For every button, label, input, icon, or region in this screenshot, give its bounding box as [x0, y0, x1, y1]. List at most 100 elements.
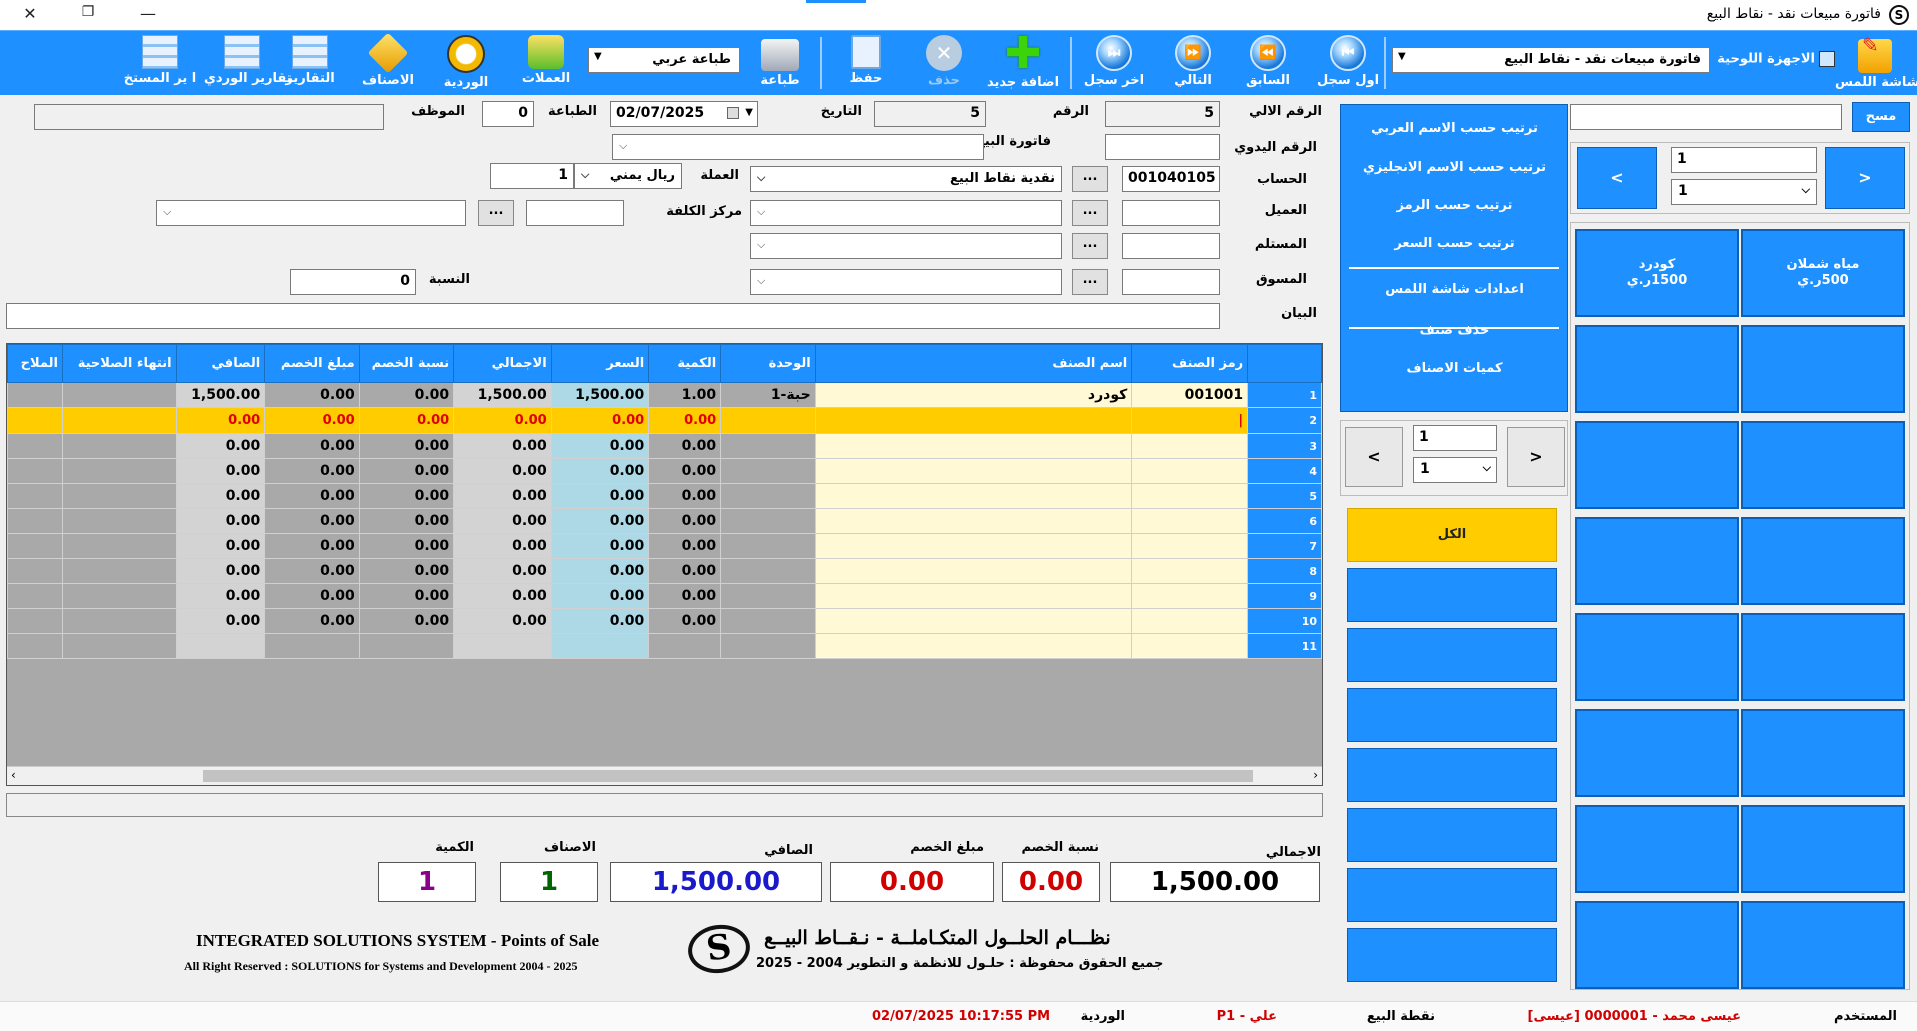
cell-remarks[interactable] — [7, 583, 63, 609]
cell-total[interactable]: 0.00 — [453, 533, 552, 559]
col-header[interactable]: رمز الصنف — [1131, 344, 1249, 383]
cell-total[interactable]: 0.00 — [453, 558, 552, 584]
cell-price[interactable]: 0.00 — [550, 508, 650, 534]
group-page-field[interactable]: 1 — [1413, 425, 1497, 451]
cell-item-code[interactable] — [1131, 558, 1249, 584]
cell-item-name[interactable] — [814, 633, 1133, 659]
scroll-right-icon[interactable]: › — [1313, 768, 1318, 782]
cell-expiry[interactable] — [61, 508, 177, 534]
item-tile[interactable] — [1575, 613, 1739, 701]
cell-total[interactable]: 0.00 — [453, 458, 552, 484]
cell-discount-percent[interactable]: 0.00 — [358, 533, 455, 559]
item-tile[interactable]: مياه شملان 500ر.ي — [1741, 229, 1905, 317]
calendar-icon[interactable] — [727, 107, 739, 119]
sort-menu-item[interactable]: ترتيب حسب الاسم العربي — [1342, 121, 1567, 136]
table-row[interactable]: 0.00 0.00 0.00 0.00 0.00 0.00 3 — [7, 433, 1322, 459]
cell-net[interactable]: 0.00 — [175, 558, 266, 584]
restore-window-icon[interactable]: ❐ — [76, 4, 100, 20]
cell-item-code[interactable] — [1131, 458, 1249, 484]
statement-field[interactable] — [6, 303, 1220, 329]
next-button[interactable]: ⏩ التالي — [1155, 33, 1231, 93]
item-tile[interactable] — [1741, 805, 1905, 893]
print-button[interactable]: طباعة — [742, 33, 818, 93]
currency-rate-field[interactable]: 1 — [490, 163, 574, 189]
cell-expiry[interactable] — [61, 433, 177, 459]
cell-unit[interactable] — [720, 458, 816, 484]
cell-total[interactable]: 1,500.00 — [453, 382, 552, 408]
cell-quantity[interactable]: 0.00 — [648, 508, 722, 534]
cell-total[interactable]: 0.00 — [453, 508, 552, 534]
cell-quantity[interactable]: 0.00 — [648, 433, 722, 459]
col-header[interactable]: مبلغ الخصم — [264, 344, 360, 383]
cell-discount-percent[interactable]: 0.00 — [358, 608, 455, 634]
receiver-select[interactable]: ⌵ — [750, 233, 1062, 259]
cell-net[interactable]: 0.00 — [175, 508, 266, 534]
cell-quantity[interactable]: 0.00 — [648, 583, 722, 609]
cell-unit[interactable] — [720, 558, 816, 584]
cell-expiry[interactable] — [61, 633, 177, 659]
group-button[interactable] — [1347, 568, 1557, 622]
col-header[interactable]: الكمية — [648, 344, 722, 383]
customer-lookup-button[interactable]: ... — [1072, 200, 1108, 226]
table-row[interactable]: 11 — [7, 633, 1322, 659]
receiver-code-field[interactable] — [1122, 233, 1220, 259]
cell-item-name[interactable] — [814, 533, 1133, 559]
cell-price[interactable]: 1,500.00 — [550, 382, 650, 408]
cell-remarks[interactable] — [7, 458, 63, 484]
cell-price[interactable] — [550, 633, 650, 659]
cell-discount-percent[interactable]: 0.00 — [358, 382, 455, 408]
invoice-type-select[interactable]: ▼ فاتورة مبيعات نقد - نقاط البيع — [1392, 47, 1710, 73]
sort-menu-item[interactable]: كميات الاصناف — [1342, 361, 1567, 376]
touch-search-field[interactable] — [1570, 104, 1842, 130]
cell-remarks[interactable] — [7, 633, 63, 659]
account-lookup-button[interactable]: ... — [1072, 166, 1108, 192]
group-next-button[interactable]: > — [1507, 427, 1565, 487]
cell-net[interactable]: 0.00 — [175, 533, 266, 559]
customer-select[interactable]: ⌵ — [750, 200, 1062, 226]
item-tile[interactable] — [1575, 709, 1739, 797]
item-tile[interactable] — [1741, 325, 1905, 413]
sort-menu-item[interactable]: ترتيب حسب الاسم الانجليزي — [1342, 160, 1567, 175]
col-header[interactable]: السعر — [550, 344, 650, 383]
employee-field[interactable] — [34, 104, 384, 130]
cost-center-lookup-button[interactable]: ... — [478, 200, 514, 226]
group-button[interactable] — [1347, 808, 1557, 862]
cell-item-name[interactable]: كودرد — [814, 382, 1133, 408]
table-row[interactable]: 0.00 0.00 0.00 0.00 0.00 0.00 5 — [7, 483, 1322, 509]
cell-price[interactable]: 0.00 — [550, 533, 650, 559]
cell-price[interactable]: 0.00 — [550, 483, 650, 509]
item-tile[interactable] — [1741, 421, 1905, 509]
col-header[interactable]: الوحدة — [720, 344, 816, 383]
first-record-button[interactable]: ⏮ اول سجل — [1310, 33, 1386, 93]
cell-price[interactable]: 0.00 — [550, 407, 650, 434]
item-tile[interactable] — [1741, 613, 1905, 701]
cell-item-code[interactable] — [1131, 533, 1249, 559]
cell-discount-amount[interactable]: 0.00 — [264, 458, 360, 484]
date-picker[interactable]: 02/07/2025 ▼ — [610, 101, 758, 127]
item-tile[interactable] — [1575, 421, 1739, 509]
cell-item-code[interactable] — [1131, 583, 1249, 609]
item-tile[interactable] — [1741, 517, 1905, 605]
cell-discount-percent[interactable]: 0.00 — [358, 508, 455, 534]
cell-discount-percent[interactable]: 0.00 — [358, 558, 455, 584]
shift-button[interactable]: الوردية — [428, 33, 504, 93]
group-button[interactable] — [1347, 628, 1557, 682]
cell-net[interactable]: 0.00 — [175, 583, 266, 609]
col-header[interactable]: الاجمالي — [453, 344, 552, 383]
cost-center-select[interactable]: ⌵ — [156, 200, 466, 226]
number-field[interactable]: 5 — [874, 101, 986, 127]
cell-discount-amount[interactable]: 0.00 — [264, 433, 360, 459]
cell-expiry[interactable] — [61, 382, 177, 408]
sort-menu-item[interactable]: حذف صنف — [1342, 323, 1567, 338]
cell-discount-percent[interactable]: 0.00 — [358, 433, 455, 459]
cell-remarks[interactable] — [7, 558, 63, 584]
cell-net[interactable]: 0.00 — [175, 608, 266, 634]
cell-total[interactable]: 0.00 — [453, 407, 552, 434]
cell-net[interactable]: 0.00 — [175, 483, 266, 509]
shift-reports-button[interactable]: تقارير الوردي — [204, 33, 292, 93]
cell-unit[interactable] — [720, 533, 816, 559]
cell-net[interactable]: 0.00 — [175, 407, 266, 434]
account-name-select[interactable]: ⌵ نقدية نقاط البيع — [750, 166, 1062, 192]
cell-remarks[interactable] — [7, 608, 63, 634]
group-all-button[interactable]: الكل — [1347, 508, 1557, 562]
